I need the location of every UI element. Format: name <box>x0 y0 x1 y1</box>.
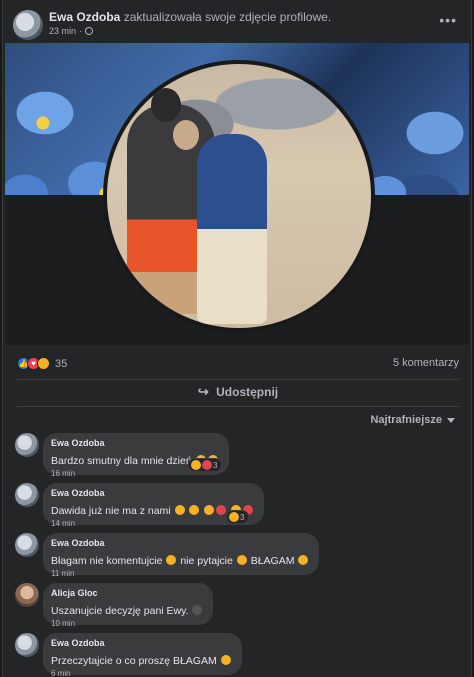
share-button[interactable]: ↪ Udostępnij <box>3 384 471 400</box>
comment-time[interactable]: 14 min <box>51 519 75 528</box>
sort-label: Najtrafniejsze <box>370 414 442 426</box>
comment-bubble: Ewa Ozdoba Błagam nie komentujcie nie py… <box>43 533 320 575</box>
commenter-name[interactable]: Ewa Ozdoba <box>51 438 219 448</box>
photo-head-woman <box>173 120 199 150</box>
comment-reactions[interactable]: 3 <box>189 459 222 471</box>
post-time[interactable]: 23 min <box>49 26 76 36</box>
comment-text: Uszanujcie decyzję pani Ewy. <box>51 605 203 617</box>
author-name[interactable]: Ewa Ozdoba <box>49 10 120 24</box>
commenter-name[interactable]: Ewa Ozdoba <box>51 488 254 498</box>
comment-reaction-count: 3 <box>213 460 218 470</box>
comment-text: Dawida już nie ma z nami <box>51 505 254 517</box>
commenter-avatar[interactable] <box>15 533 39 557</box>
profile-photo[interactable] <box>103 60 375 332</box>
share-icon: ↪ <box>197 384 209 399</box>
sad-emoji-icon <box>204 505 215 515</box>
author-avatar[interactable] <box>13 10 43 40</box>
comment-reactions[interactable]: 3 <box>227 511 249 523</box>
commenter-name[interactable]: Ewa Ozdoba <box>51 638 232 648</box>
black-heart-icon <box>192 605 203 615</box>
reaction-summary[interactable]: 👍 ♥ 35 <box>17 357 67 370</box>
post-meta: 23 min · <box>49 26 94 36</box>
caret-down-icon <box>447 417 455 423</box>
care-reaction-icon <box>202 460 212 470</box>
comment-sort-dropdown[interactable]: Najtrafniejsze <box>370 414 455 426</box>
globe-icon <box>85 27 94 35</box>
commenter-avatar[interactable] <box>15 583 39 607</box>
photo-head-man <box>151 88 181 122</box>
divider <box>17 406 459 407</box>
post-action: zaktualizowała swoje zdjęcie profilowe. <box>123 10 332 24</box>
comment-time[interactable]: 6 min <box>51 669 71 677</box>
sad-emoji-icon <box>236 555 247 565</box>
commenter-name[interactable]: Ewa Ozdoba <box>51 538 309 548</box>
comment-text: Błagam nie komentujcie nie pytajcie BŁAG… <box>51 555 309 567</box>
comment-time[interactable]: 10 min <box>51 619 75 628</box>
divider <box>17 379 459 380</box>
sad-emoji-icon <box>166 555 177 565</box>
sad-emoji-icon <box>220 655 231 665</box>
commenter-name[interactable]: Alicja Gloc <box>51 588 203 598</box>
comment-time[interactable]: 11 min <box>51 569 74 578</box>
more-options-icon[interactable]: ••• <box>439 12 457 28</box>
comment-text: Przeczytajcie o co proszę BŁAGAM <box>51 655 232 667</box>
share-label: Udostępnij <box>216 385 279 399</box>
photo-person-woman <box>197 134 267 324</box>
commenter-avatar[interactable] <box>15 633 39 657</box>
sad-emoji-icon <box>298 555 309 565</box>
comments-count[interactable]: 5 komentarzy <box>393 357 459 369</box>
flower-emoji-icon <box>216 505 227 515</box>
post-title: Ewa Ozdoba zaktualizowała swoje zdjęcie … <box>49 10 331 24</box>
reaction-stats: 👍 ♥ 35 5 komentarzy <box>17 357 459 373</box>
reaction-count: 35 <box>55 357 68 370</box>
post-card: Ewa Ozdoba zaktualizowała swoje zdjęcie … <box>2 0 472 677</box>
comment-bubble: Ewa Ozdoba Przeczytajcie o co proszę BŁA… <box>43 633 242 675</box>
post-header: Ewa Ozdoba zaktualizowała swoje zdjęcie … <box>3 0 471 44</box>
comment-reaction-count: 3 <box>240 512 245 522</box>
commenter-avatar[interactable] <box>15 433 39 457</box>
sad-reaction-icon <box>191 460 201 470</box>
sad-emoji-icon <box>189 505 200 515</box>
sad-reaction-icon <box>229 512 239 522</box>
sad-emoji-icon <box>174 505 185 515</box>
sad-reaction-icon <box>37 357 50 370</box>
commenter-avatar[interactable] <box>15 483 39 507</box>
comment-time[interactable]: 16 min <box>51 469 75 478</box>
